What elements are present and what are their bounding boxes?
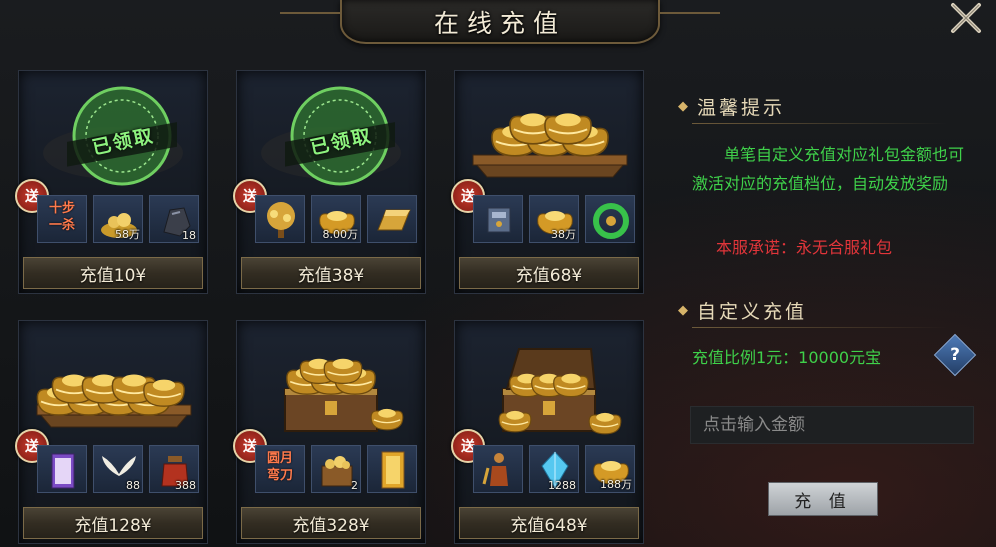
package-art (498, 348, 622, 435)
diamond-icon: ◆ (678, 302, 691, 318)
reward-item[interactable] (367, 195, 417, 243)
item-label: 十步 一杀 (48, 201, 75, 233)
package-card[interactable]: 送 88 388 充值128¥ (15, 320, 208, 544)
item-label: 圆月 弯刀 (266, 451, 293, 483)
reward-item[interactable] (255, 195, 305, 243)
help-button[interactable]: ? (933, 333, 977, 377)
reward-item[interactable] (367, 445, 417, 493)
package-card[interactable]: 送 38万 充值68¥ (451, 70, 644, 294)
golden-scroll-icon (381, 451, 405, 489)
reward-item[interactable]: 2 (311, 445, 361, 493)
title-bar: 在线充值 (280, 0, 720, 44)
close-button[interactable] (946, 0, 986, 36)
character-icon (482, 453, 508, 486)
recharge-tier-button[interactable]: 充值38¥ (241, 257, 421, 289)
reward-item[interactable] (585, 195, 635, 243)
item-quantity: 188万 (600, 478, 632, 491)
item-quantity: 2 (351, 479, 358, 492)
reward-item[interactable]: 圆月 弯刀 (255, 445, 305, 493)
recharge-tier-button[interactable]: 充值648¥ (459, 507, 639, 539)
reward-item[interactable]: 18 (149, 195, 199, 243)
jade-icon (593, 203, 629, 239)
reward-item[interactable]: 1288 (529, 445, 579, 493)
item-quantity: 1288 (548, 479, 576, 492)
amount-input[interactable] (690, 406, 974, 444)
item-quantity: 58万 (115, 228, 140, 241)
item-quantity: 88 (126, 479, 140, 492)
armor-icon (487, 207, 511, 233)
item-quantity: 38万 (551, 228, 576, 241)
custom-heading-text: 自定义充值 (697, 300, 808, 323)
item-quantity: 388 (175, 479, 196, 492)
reward-items: 圆月 弯刀 2 (255, 445, 425, 497)
exchange-ratio: 充值比例1元：10000元宝 (692, 348, 882, 367)
divider (692, 123, 948, 124)
server-promise: 本服承诺：永无合服礼包 (716, 238, 893, 257)
item-quantity: 8.00万 (322, 228, 359, 241)
recharge-tier-button[interactable]: 充值328¥ (241, 507, 421, 539)
package-card[interactable]: 送圆月 弯刀 2 充值328¥ (233, 320, 426, 544)
package-art (284, 358, 404, 432)
package-card[interactable]: 已领取送十步 一杀 58万 18 充值10¥ (15, 70, 208, 294)
info-panel: ◆ 温馨提示 单笔自定义充值对应礼包金额也可激活对应的充值档位，自动发放奖励 本… (668, 78, 986, 540)
item-quantity: 18 (182, 229, 196, 242)
package-card[interactable]: 已领取送 8.00万 充值38¥ (233, 70, 426, 294)
reward-item[interactable]: 188万 (585, 445, 635, 493)
recharge-tier-button[interactable]: 充值10¥ (23, 257, 203, 289)
reward-item[interactable] (473, 195, 523, 243)
recharge-button[interactable]: 充 值 (768, 482, 878, 516)
close-icon (951, 3, 981, 33)
reward-items: 1288 188万 (473, 445, 643, 497)
reward-items: 38万 (473, 195, 643, 247)
reward-item[interactable] (473, 445, 523, 493)
package-card[interactable]: 送 1288 188万 充值648¥ (451, 320, 644, 544)
custom-heading: ◆ 自定义充值 (678, 296, 978, 328)
reward-items: 8.00万 (255, 195, 425, 247)
scroll-icon (51, 453, 75, 489)
reward-item[interactable] (37, 445, 87, 493)
window-title: 在线充值 (433, 9, 566, 38)
gold-bar-icon (377, 209, 411, 231)
reward-item[interactable]: 十步 一杀 (37, 195, 87, 243)
question-icon: ? (950, 345, 960, 365)
tips-heading: ◆ 温馨提示 (678, 92, 978, 124)
recharge-tier-button[interactable]: 充值128¥ (23, 507, 203, 539)
reward-items: 88 388 (37, 445, 207, 497)
reward-item[interactable]: 58万 (93, 195, 143, 243)
tips-body: 单笔自定义充值对应礼包金额也可激活对应的充值档位，自动发放奖励 (692, 145, 965, 193)
package-art (36, 374, 192, 428)
reward-item[interactable]: 88 (93, 445, 143, 493)
gold-tree-icon (267, 202, 295, 238)
reward-item[interactable]: 38万 (529, 195, 579, 243)
reward-item[interactable]: 388 (149, 445, 199, 493)
tips-heading-text: 温馨提示 (697, 96, 786, 119)
divider (692, 327, 948, 328)
reward-items: 十步 一杀 58万 18 (37, 195, 207, 247)
reward-item[interactable]: 8.00万 (311, 195, 361, 243)
recharge-tier-button[interactable]: 充值68¥ (459, 257, 639, 289)
diamond-icon: ◆ (678, 98, 691, 114)
package-art (472, 113, 628, 178)
